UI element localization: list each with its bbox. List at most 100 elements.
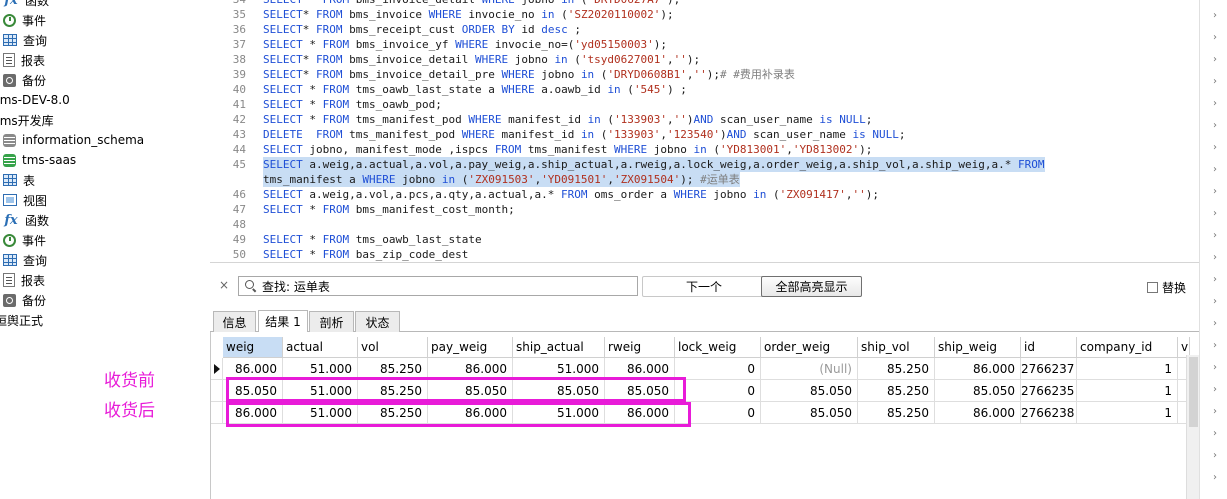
code-line[interactable]: SELECT a.weig,a.vol,a.pcs,a.qty,a.actual… xyxy=(263,187,879,202)
nav-item[interactable]: 查询 xyxy=(3,30,47,50)
scroll-thumb[interactable] xyxy=(1189,357,1198,427)
nav-item[interactable]: 表 xyxy=(3,170,35,190)
tab-profile[interactable]: 剖析 xyxy=(309,311,354,332)
line-number: 40 xyxy=(232,83,246,96)
table-cell[interactable]: 85.050 xyxy=(761,402,858,424)
splitter-marker-icon: › xyxy=(1213,76,1217,87)
tab-status[interactable]: 状态 xyxy=(355,311,400,332)
splitter-marker-icon: › xyxy=(1213,98,1217,109)
table-cell[interactable]: 2766235 xyxy=(1021,380,1077,402)
tab-result-1[interactable]: 结果 1 xyxy=(258,310,308,332)
find-next-button[interactable]: 下一个 xyxy=(642,276,766,297)
table-cell[interactable]: 86.000 xyxy=(935,402,1021,424)
nav-item-label: 事件 xyxy=(22,13,47,28)
code-line[interactable]: SELECT jobno, manifest_mode ,ispcs FROM … xyxy=(263,142,872,157)
table-cell[interactable]: 85.250 xyxy=(858,358,935,380)
nav-item[interactable]: 恒舆正式 xyxy=(0,310,43,330)
table-cell[interactable]: (Null) xyxy=(761,358,858,380)
column-header[interactable]: id xyxy=(1021,337,1077,358)
column-header[interactable]: ship_weig xyxy=(935,337,1021,358)
code-line[interactable]: SELECT * FROM tms_oawb_pod; xyxy=(263,97,442,112)
line-number: 48 xyxy=(232,218,246,231)
find-input[interactable] xyxy=(262,279,632,293)
column-header[interactable]: vol xyxy=(358,337,428,358)
table-cell[interactable]: 1 xyxy=(1077,402,1178,424)
find-field[interactable] xyxy=(238,276,638,296)
results-grid[interactable]: weig actual vol pay_weig ship_actual rweig loc… xyxy=(210,332,1199,499)
replace-checkbox[interactable] xyxy=(1147,282,1158,293)
code-line[interactable]: SELECT * FROM tms_oawb_last_state xyxy=(263,232,482,247)
column-header[interactable]: ship_actual xyxy=(513,337,605,358)
code-line[interactable]: SELECT* FROM bms_invoice_detail WHERE jo… xyxy=(263,52,700,67)
code-line[interactable]: SELECT * FROM bms_invoice_yf WHERE invoc… xyxy=(263,37,667,52)
search-icon xyxy=(245,280,257,292)
code-line[interactable]: SELECT* FROM bms_invoice WHERE invocie_n… xyxy=(263,7,674,22)
row-selector[interactable] xyxy=(211,380,223,402)
table-cell[interactable]: 1 xyxy=(1077,358,1178,380)
current-row-indicator[interactable] xyxy=(211,358,223,380)
table-cell[interactable]: 0 xyxy=(675,380,761,402)
table-cell[interactable]: 2766238 xyxy=(1021,402,1077,424)
code-line[interactable]: SELECT * FROM bms_manifest_cost_month; xyxy=(263,202,515,217)
nav-item[interactable]: 备份 xyxy=(3,70,46,90)
nav-item[interactable]: information_schema xyxy=(3,130,144,150)
grid-vertical-scrollbar[interactable] xyxy=(1186,355,1199,499)
row-selector[interactable] xyxy=(211,402,223,424)
code-line[interactable]: SELECT* FROM bms_invoice_detail_pre WHER… xyxy=(263,67,795,82)
nav-item[interactable]: tms开发库 xyxy=(0,110,54,130)
table-cell[interactable]: 2766237 xyxy=(1021,358,1077,380)
column-header[interactable]: rweig xyxy=(605,337,675,358)
code-line[interactable]: SELECT * FROM tms_manifest_pod WHERE man… xyxy=(263,112,872,127)
splitter-marker-icon: › xyxy=(1213,186,1217,197)
line-number: 49 xyxy=(232,233,246,246)
line-number: 43 xyxy=(232,128,246,141)
nav-item[interactable]: 报表 xyxy=(3,270,45,290)
nav-item[interactable]: fx 函数 xyxy=(3,0,49,10)
nav-item[interactable]: 事件 xyxy=(3,230,46,250)
close-icon[interactable]: × xyxy=(219,278,229,292)
column-header[interactable]: company_id xyxy=(1077,337,1178,358)
code-line[interactable]: SELECT * FROM bas_zip_code_dest xyxy=(263,247,468,262)
tab-info[interactable]: 信息 xyxy=(213,311,256,332)
nav-item[interactable]: 报表 xyxy=(3,50,45,70)
sql-editor[interactable]: 3435 36 37 38 39 40 41 42 43 44 45 46 47 48 49 50 SELEC… xyxy=(210,0,1199,262)
splitter-marker-icon: › xyxy=(1213,164,1217,175)
replace-label: 替换 xyxy=(1162,281,1187,295)
code-line[interactable]: DELETE FROM tms_manifest_pod WHERE manif… xyxy=(263,127,906,142)
code-line[interactable]: tms_manifest a WHERE jobno in ('ZX091503… xyxy=(263,172,740,187)
code-line[interactable]: SELECT a.weig,a.actual,a.vol,a.pay_weig,… xyxy=(263,157,1045,172)
column-header[interactable]: actual xyxy=(283,337,358,358)
code-line[interactable]: SELECT * FROM bms_invoice_detail WHERE j… xyxy=(263,0,680,7)
replace-toggle[interactable]: 替换 xyxy=(1147,279,1186,296)
column-header[interactable]: order_weig xyxy=(761,337,858,358)
line-number: 50 xyxy=(232,248,246,261)
table-cell[interactable]: 85.250 xyxy=(858,402,935,424)
column-header[interactable]: pay_weig xyxy=(428,337,513,358)
highlight-all-button[interactable]: 全部高亮显示 xyxy=(761,276,862,297)
nav-item[interactable]: 查询 xyxy=(3,250,47,270)
column-header[interactable]: lock_weig xyxy=(675,337,761,358)
nav-item[interactable]: 事件 xyxy=(3,10,46,30)
nav-item[interactable]: tms-DEV-8.0 xyxy=(0,90,70,110)
line-number xyxy=(216,172,246,187)
backup-icon xyxy=(3,73,16,87)
nav-item[interactable]: fx 函数 xyxy=(3,210,49,230)
code-line[interactable]: SELECT * FROM tms_oawb_last_state a WHER… xyxy=(263,82,687,97)
nav-item-label: 恒舆正式 xyxy=(0,313,44,328)
table-cell[interactable]: 0 xyxy=(675,358,761,380)
table-cell[interactable]: 1 xyxy=(1077,380,1178,402)
code-line[interactable]: SELECT* FROM bms_receipt_cust ORDER BY i… xyxy=(263,22,581,37)
column-header[interactable]: weig xyxy=(223,337,283,358)
table-cell[interactable]: 85.050 xyxy=(761,380,858,402)
table-cell[interactable]: 85.050 xyxy=(935,380,1021,402)
database-icon xyxy=(3,153,16,167)
nav-item[interactable]: tms-saas xyxy=(3,150,76,170)
nav-item[interactable]: 备份 xyxy=(3,290,46,310)
nav-item[interactable]: 视图 xyxy=(3,190,47,210)
nav-item-label: tms开发库 xyxy=(0,113,54,128)
column-header[interactable]: ship_vol xyxy=(858,337,935,358)
table-cell[interactable]: 86.000 xyxy=(935,358,1021,380)
splitter-marker-icon: › xyxy=(1213,10,1217,21)
table-cell[interactable]: 85.250 xyxy=(858,380,935,402)
navigation-tree: fx 函数 事件 查询 报表 备份 tms-DEV-8.0 tms开发库 information… xyxy=(0,0,210,340)
